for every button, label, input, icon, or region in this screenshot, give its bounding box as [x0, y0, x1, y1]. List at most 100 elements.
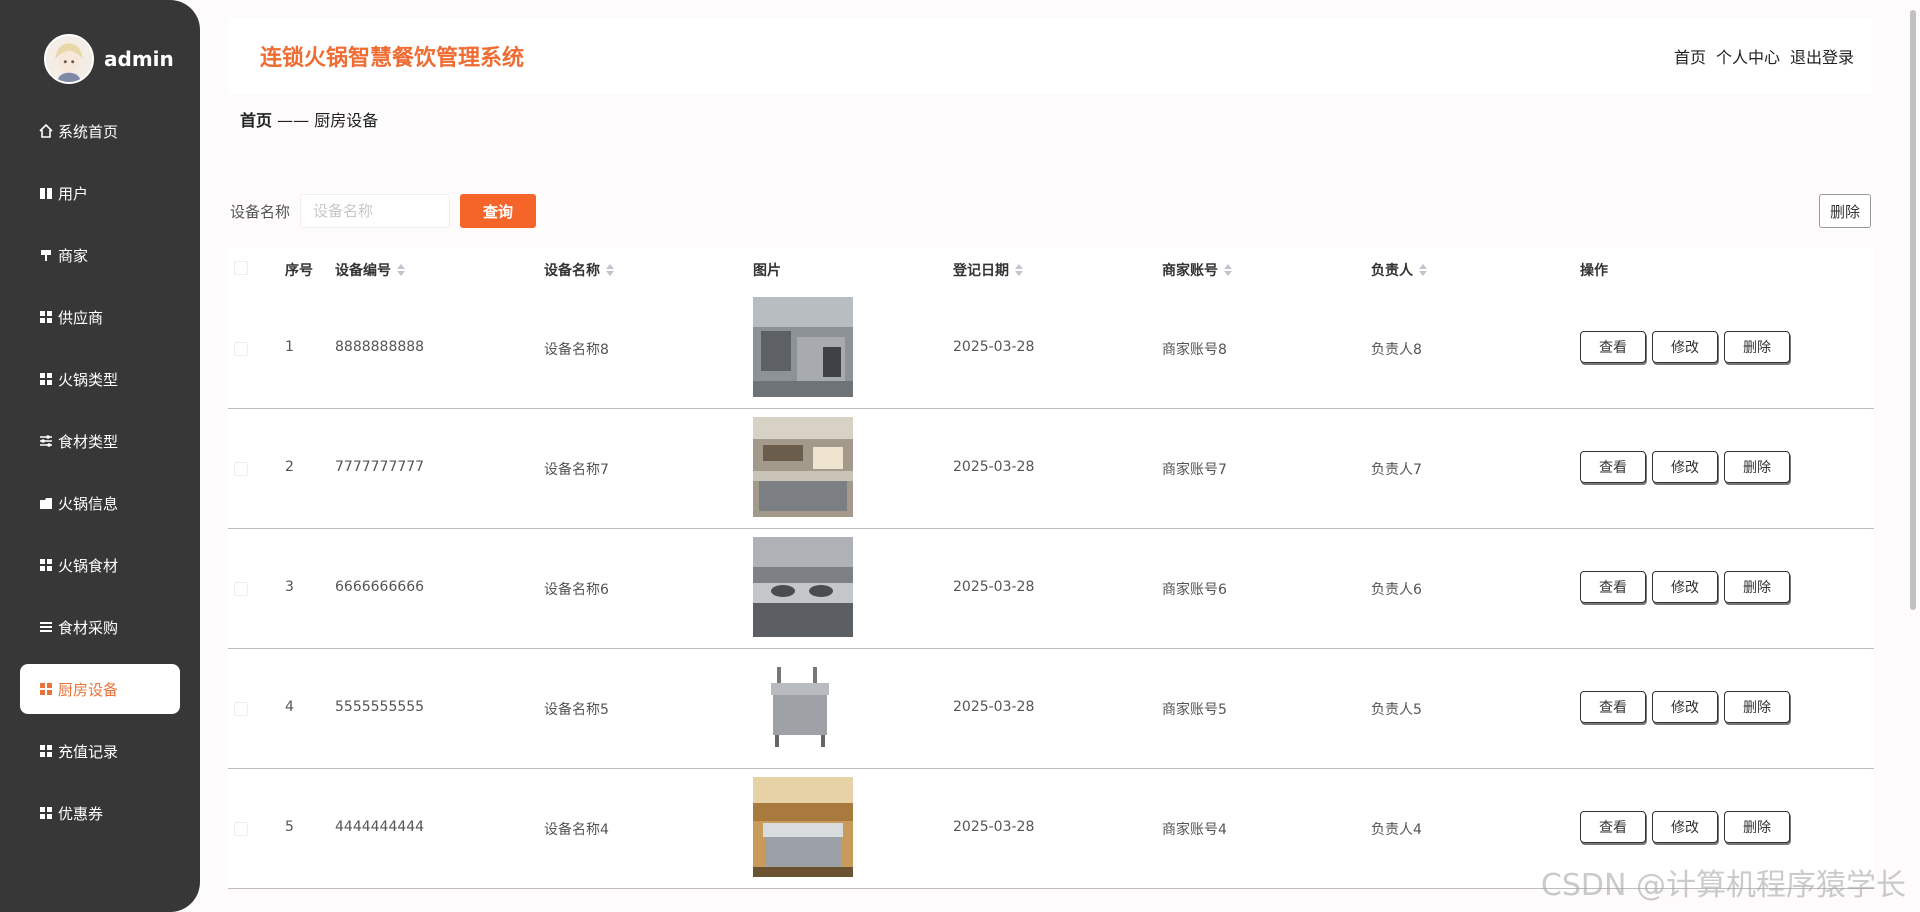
header-image: 图片: [753, 263, 781, 279]
sort-icon[interactable]: [1015, 264, 1023, 276]
row-owner: 负责人6: [1371, 582, 1422, 598]
grid-icon: [38, 557, 54, 573]
sort-icon[interactable]: [1224, 264, 1232, 276]
sidebar-item-kitchen-equipment[interactable]: 厨房设备: [20, 664, 180, 714]
row-code: 5555555555: [335, 699, 425, 715]
user-info: admin: [44, 34, 174, 84]
header-code[interactable]: 设备编号: [335, 260, 405, 280]
sidebar-item-label: 系统首页: [58, 122, 119, 141]
nav-profile-link[interactable]: 个人中心: [1716, 44, 1780, 68]
header-index: 序号: [285, 263, 313, 279]
sidebar-item-coupons[interactable]: 优惠券: [20, 788, 180, 838]
breadcrumb-separator: ——: [277, 111, 310, 130]
row-index: 2: [285, 459, 294, 475]
book-icon: [38, 185, 54, 201]
sidebar-item-ingredient-purchase[interactable]: 食材采购: [20, 602, 180, 652]
row-actions: 查看 修改 删除: [1580, 331, 1790, 363]
grid-icon: [38, 681, 54, 697]
equipment-image[interactable]: [753, 537, 853, 637]
system-title: 连锁火锅智慧餐饮管理系统: [260, 46, 525, 71]
breadcrumb-home[interactable]: 首页: [240, 111, 272, 130]
edit-button[interactable]: 修改: [1652, 571, 1718, 603]
batch-delete-button[interactable]: 删除: [1819, 194, 1871, 228]
sidebar-item-hotpot-info[interactable]: 火锅信息: [20, 478, 180, 528]
row-index: 1: [285, 339, 294, 355]
header-owner[interactable]: 负责人: [1371, 260, 1427, 280]
sidebar-item-label: 火锅信息: [58, 494, 119, 513]
table-header: 序号 设备编号 设备名称 图片 登记日期 商家账号 负责人 操作: [228, 247, 1874, 289]
edit-button[interactable]: 修改: [1652, 691, 1718, 723]
row-code: 7777777777: [335, 459, 425, 475]
row-date: 2025-03-28: [953, 819, 1035, 835]
sidebar-item-hotpot-ingredients[interactable]: 火锅食材: [20, 540, 180, 590]
equipment-image[interactable]: [753, 657, 853, 757]
select-all-checkbox[interactable]: [234, 261, 248, 275]
row-checkbox[interactable]: [234, 462, 248, 476]
sort-icon[interactable]: [606, 264, 614, 276]
breadcrumb-current: 厨房设备: [314, 111, 379, 130]
top-header: 连锁火锅智慧餐饮管理系统 首页 个人中心 退出登录: [228, 18, 1872, 94]
header-merchant[interactable]: 商家账号: [1162, 260, 1232, 280]
row-checkbox[interactable]: [234, 342, 248, 356]
query-button[interactable]: 查询: [460, 194, 537, 228]
search-bar: 设备名称 查询: [230, 194, 537, 228]
sidebar-item-label: 充值记录: [58, 742, 119, 761]
sort-icon[interactable]: [1419, 264, 1427, 276]
row-checkbox[interactable]: [234, 822, 248, 836]
grid-icon: [38, 805, 54, 821]
view-button[interactable]: 查看: [1580, 571, 1646, 603]
avatar-image: [46, 36, 92, 82]
delete-button[interactable]: 删除: [1724, 451, 1790, 483]
nav-logout-link[interactable]: 退出登录: [1790, 44, 1854, 68]
sidebar-item-label: 供应商: [58, 308, 104, 327]
equipment-image[interactable]: [753, 297, 853, 397]
row-checkbox[interactable]: [234, 702, 248, 716]
header-name[interactable]: 设备名称: [544, 260, 614, 280]
sidebar-item-users[interactable]: 用户: [20, 168, 180, 218]
edit-button[interactable]: 修改: [1652, 451, 1718, 483]
sidebar-item-home[interactable]: 系统首页: [20, 106, 180, 156]
sidebar-item-label: 食材类型: [58, 432, 119, 451]
view-button[interactable]: 查看: [1580, 691, 1646, 723]
delete-button[interactable]: 删除: [1724, 571, 1790, 603]
search-label: 设备名称: [230, 202, 291, 221]
row-merchant: 商家账号8: [1162, 342, 1227, 358]
row-actions: 查看 修改 删除: [1580, 691, 1790, 723]
row-date: 2025-03-28: [953, 699, 1035, 715]
sidebar-item-merchants[interactable]: 商家: [20, 230, 180, 280]
row-name: 设备名称5: [544, 702, 609, 718]
row-checkbox[interactable]: [234, 582, 248, 596]
sliders-icon: [38, 433, 54, 449]
nav-home-link[interactable]: 首页: [1674, 44, 1706, 68]
delete-button[interactable]: 删除: [1724, 811, 1790, 843]
row-index: 4: [285, 699, 294, 715]
table-row: 2 7777777777 设备名称7 2025-03-28 商家账号7 负责人7…: [228, 409, 1874, 529]
sidebar-item-label: 用户: [58, 184, 89, 203]
pin-icon: [38, 247, 54, 263]
view-button[interactable]: 查看: [1580, 331, 1646, 363]
delete-button[interactable]: 删除: [1724, 691, 1790, 723]
edit-button[interactable]: 修改: [1652, 811, 1718, 843]
username: admin: [104, 47, 174, 71]
grid-icon: [38, 371, 54, 387]
view-button[interactable]: 查看: [1580, 451, 1646, 483]
edit-button[interactable]: 修改: [1652, 331, 1718, 363]
delete-button[interactable]: 删除: [1724, 331, 1790, 363]
sort-icon[interactable]: [397, 264, 405, 276]
avatar[interactable]: [44, 34, 94, 84]
search-input[interactable]: [300, 194, 451, 228]
row-code: 8888888888: [335, 339, 425, 355]
equipment-image[interactable]: [753, 417, 853, 517]
header-date[interactable]: 登记日期: [953, 260, 1023, 280]
scrollbar[interactable]: [1910, 10, 1916, 610]
equipment-image[interactable]: [753, 777, 853, 877]
grid-icon: [38, 743, 54, 759]
view-button[interactable]: 查看: [1580, 811, 1646, 843]
sidebar-item-hotpot-types[interactable]: 火锅类型: [20, 354, 180, 404]
row-date: 2025-03-28: [953, 339, 1035, 355]
sidebar-item-recharge-records[interactable]: 充值记录: [20, 726, 180, 776]
sidebar-item-ingredient-types[interactable]: 食材类型: [20, 416, 180, 466]
row-merchant: 商家账号7: [1162, 462, 1227, 478]
sidebar-item-suppliers[interactable]: 供应商: [20, 292, 180, 342]
table-row: 4 5555555555 设备名称5 2025-03-28 商家账号5 负责人5…: [228, 649, 1874, 769]
